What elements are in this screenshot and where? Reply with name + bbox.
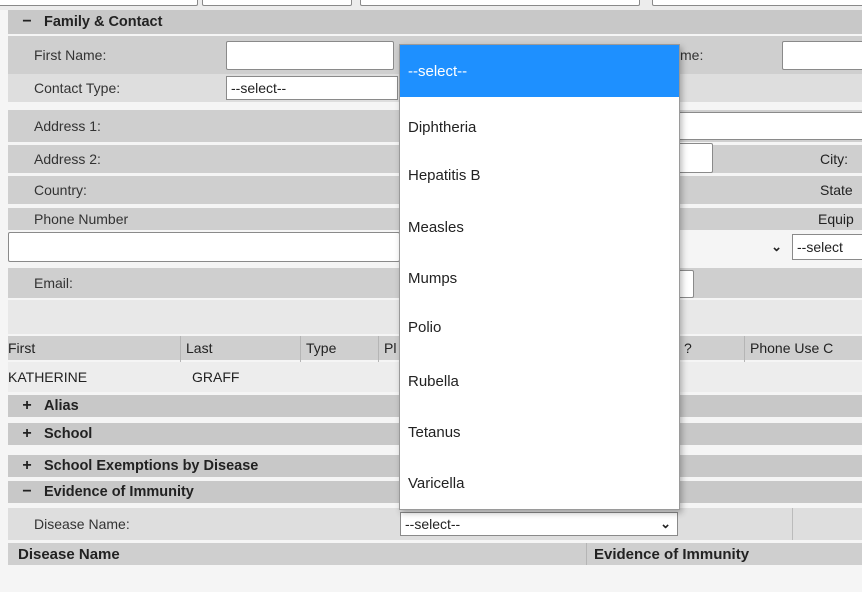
dropdown-option[interactable]: Varicella bbox=[400, 457, 679, 509]
expand-icon: + bbox=[22, 397, 32, 414]
top-field-4[interactable] bbox=[652, 0, 862, 6]
section-title: School bbox=[44, 426, 93, 442]
phone-input[interactable] bbox=[8, 232, 400, 262]
expand-icon: + bbox=[22, 457, 32, 474]
state-label: State bbox=[820, 182, 853, 198]
disease-name-label: Disease Name: bbox=[34, 516, 130, 532]
chevron-down-icon: ⌄ bbox=[771, 239, 782, 254]
dropdown-option[interactable]: --select-- bbox=[400, 45, 679, 97]
dropdown-option[interactable]: Diphtheria bbox=[400, 101, 679, 153]
col-type: Type bbox=[306, 340, 337, 356]
phone-type-select-edge[interactable]: ⌄ bbox=[676, 232, 788, 262]
dropdown-option[interactable]: Mumps bbox=[400, 252, 679, 304]
first-name-label: First Name: bbox=[34, 47, 107, 63]
col-disease-name: Disease Name bbox=[18, 545, 120, 563]
section-title: Alias bbox=[44, 398, 79, 414]
contact-type-select[interactable]: --select-- bbox=[226, 76, 398, 100]
section-title: Family & Contact bbox=[44, 14, 163, 30]
top-field-3[interactable] bbox=[360, 0, 640, 6]
dropdown-option[interactable]: Hepatitis B bbox=[400, 149, 679, 201]
collapse-icon: − bbox=[22, 483, 32, 500]
address1-label: Address 1: bbox=[34, 118, 101, 134]
col-last: Last bbox=[186, 340, 213, 356]
address2-label: Address 2: bbox=[34, 151, 101, 167]
dropdown-option[interactable]: Tetanus bbox=[400, 406, 679, 458]
address1-input-edge[interactable] bbox=[660, 112, 862, 140]
cell-last: GRAFF bbox=[192, 369, 240, 385]
equip-label: Equip bbox=[818, 211, 854, 227]
last-name-input[interactable] bbox=[782, 41, 862, 70]
email-label: Email: bbox=[34, 275, 73, 291]
col-primary: ? bbox=[684, 340, 692, 356]
dropdown-option[interactable]: Rubella bbox=[400, 355, 679, 407]
equip-select[interactable]: --select bbox=[792, 234, 862, 260]
country-label: Country: bbox=[34, 182, 87, 198]
col-first: First bbox=[8, 340, 36, 356]
contact-type-label: Contact Type: bbox=[34, 80, 121, 96]
disease-select-value: --select-- bbox=[405, 516, 461, 532]
dropdown-option[interactable]: Polio bbox=[400, 301, 679, 353]
disease-row-divider bbox=[792, 508, 793, 540]
top-strip bbox=[0, 0, 862, 10]
top-field-1[interactable] bbox=[0, 0, 198, 6]
section-title: School Exemptions by Disease bbox=[44, 458, 259, 474]
disease-dropdown-list[interactable]: --select-- Diphtheria Hepatitis B Measle… bbox=[399, 44, 680, 510]
equip-select-value: --select bbox=[797, 239, 843, 255]
collapse-icon: − bbox=[22, 13, 32, 30]
section-family-contact[interactable]: − Family & Contact bbox=[8, 10, 862, 34]
dropdown-option[interactable]: Measles bbox=[400, 201, 679, 253]
col-evidence: Evidence of Immunity bbox=[594, 545, 750, 563]
contact-type-value: --select-- bbox=[231, 80, 287, 96]
chevron-down-icon: ⌄ bbox=[660, 516, 671, 531]
expand-icon: + bbox=[22, 425, 32, 442]
first-name-input[interactable] bbox=[226, 41, 394, 70]
disease-select[interactable]: --select-- ⌄ bbox=[400, 512, 678, 536]
header-divider bbox=[586, 543, 587, 565]
top-field-2[interactable] bbox=[202, 0, 352, 6]
city-label: City: bbox=[820, 151, 848, 167]
cell-first: KATHERINE bbox=[8, 369, 88, 385]
col-phone-use: Phone Use C bbox=[750, 340, 834, 356]
section-title: Evidence of Immunity bbox=[44, 484, 194, 500]
phone-label: Phone Number bbox=[34, 211, 129, 227]
